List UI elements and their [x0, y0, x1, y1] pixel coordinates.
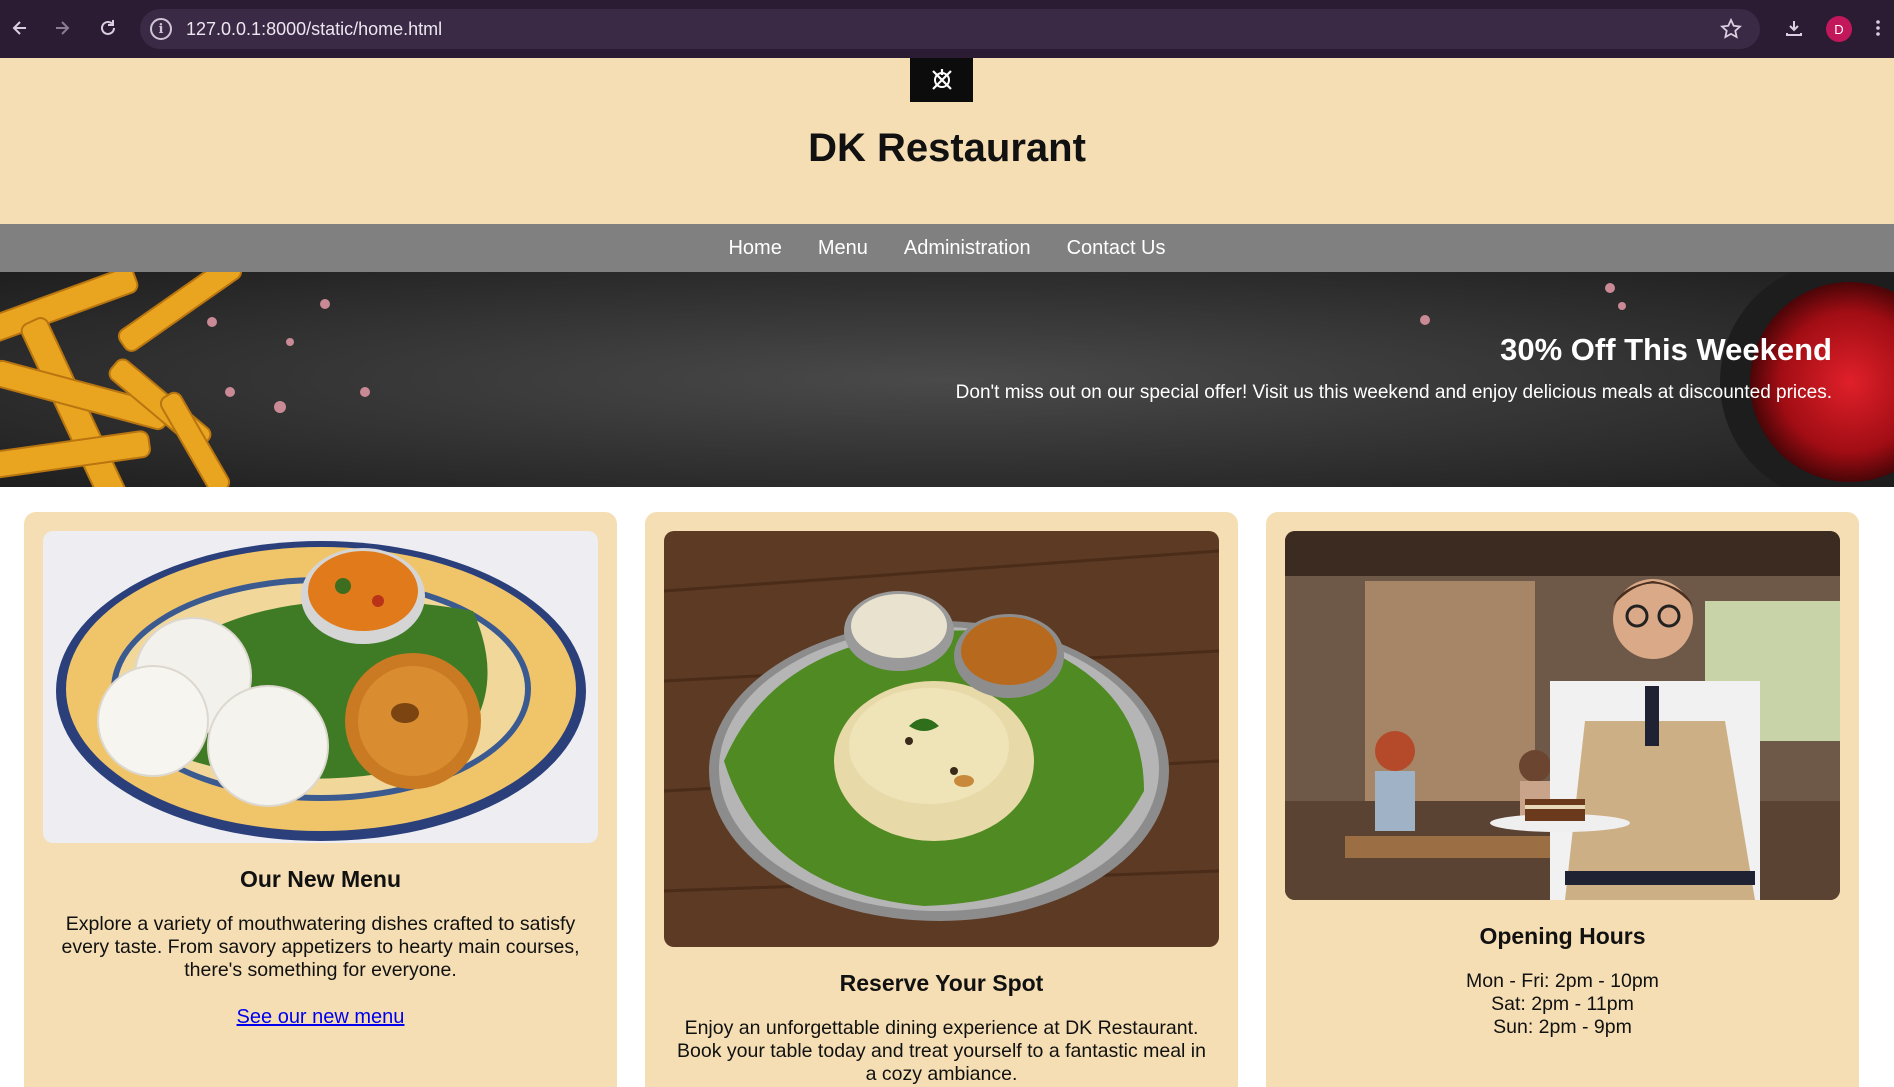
see-menu-link[interactable]: See our new menu: [24, 1006, 617, 1029]
nav-menu[interactable]: Menu: [800, 237, 886, 260]
hours-sunday: Sun: 2pm - 9pm: [1493, 1016, 1632, 1038]
card-menu-image: [43, 531, 598, 843]
banner-description: Don't miss out on our special offer! Vis…: [955, 382, 1832, 403]
card-reserve-image: [664, 531, 1219, 947]
hours-saturday: Sat: 2pm - 11pm: [1491, 993, 1634, 1015]
forward-icon[interactable]: [46, 12, 78, 44]
card-description: Enjoy an unforgettable dining experience…: [677, 1017, 1206, 1085]
nav-home[interactable]: Home: [710, 237, 799, 260]
page-content: DK Restaurant Home Menu Administration C…: [0, 58, 1894, 1087]
card-hours-image: [1285, 531, 1840, 900]
promo-banner: 30% Off This Weekend Don't miss out on o…: [0, 272, 1894, 487]
hours-weekday: Mon - Fri: 2pm - 10pm: [1466, 970, 1659, 992]
main-nav: Home Menu Administration Contact Us: [0, 224, 1894, 272]
card-title: Our New Menu: [239, 866, 401, 892]
address-bar[interactable]: i 127.0.0.1:8000/static/home.html: [140, 9, 1760, 49]
card-title: Reserve Your Spot: [839, 970, 1044, 996]
card-reserve-spot: Reserve Your Spot Enjoy an unforgettable…: [645, 512, 1238, 1087]
card-description: Explore a variety of mouthwatering dishe…: [61, 913, 580, 981]
upma-plate-image: [664, 531, 1219, 947]
more-menu-icon[interactable]: [1866, 12, 1890, 44]
banner-title: 30% Off This Weekend: [1500, 332, 1832, 367]
idli-vada-plate-image: [43, 531, 598, 843]
reload-icon[interactable]: [92, 12, 124, 44]
browser-toolbar: i 127.0.0.1:8000/static/home.html D: [0, 0, 1894, 58]
url-text[interactable]: 127.0.0.1:8000/static/home.html: [186, 19, 442, 40]
back-icon[interactable]: [4, 12, 36, 44]
restaurant-logo[interactable]: [910, 58, 973, 102]
download-icon[interactable]: [1778, 12, 1810, 44]
feature-cards: Our New Menu Explore a variety of mouthw…: [0, 487, 1894, 1087]
card-title: Opening Hours: [1479, 923, 1646, 949]
nav-contact-us[interactable]: Contact Us: [1049, 237, 1184, 260]
card-new-menu: Our New Menu Explore a variety of mouthw…: [24, 512, 617, 1087]
bookmark-star-icon[interactable]: [1719, 17, 1743, 40]
site-info-icon[interactable]: i: [150, 18, 172, 40]
nav-administration[interactable]: Administration: [886, 237, 1049, 260]
site-header: DK Restaurant: [0, 58, 1894, 224]
waiter-photo-image: [1285, 531, 1840, 900]
card-opening-hours: Opening Hours Mon - Fri: 2pm - 10pm Sat:…: [1266, 512, 1859, 1087]
opening-hours-list: Mon - Fri: 2pm - 10pm Sat: 2pm - 11pm Su…: [1266, 970, 1859, 1039]
logo-icon: [931, 69, 952, 90]
profile-avatar[interactable]: D: [1826, 16, 1852, 42]
banner-text: 30% Off This Weekend Don't miss out on o…: [956, 332, 1832, 404]
site-title: DK Restaurant: [808, 126, 1086, 170]
